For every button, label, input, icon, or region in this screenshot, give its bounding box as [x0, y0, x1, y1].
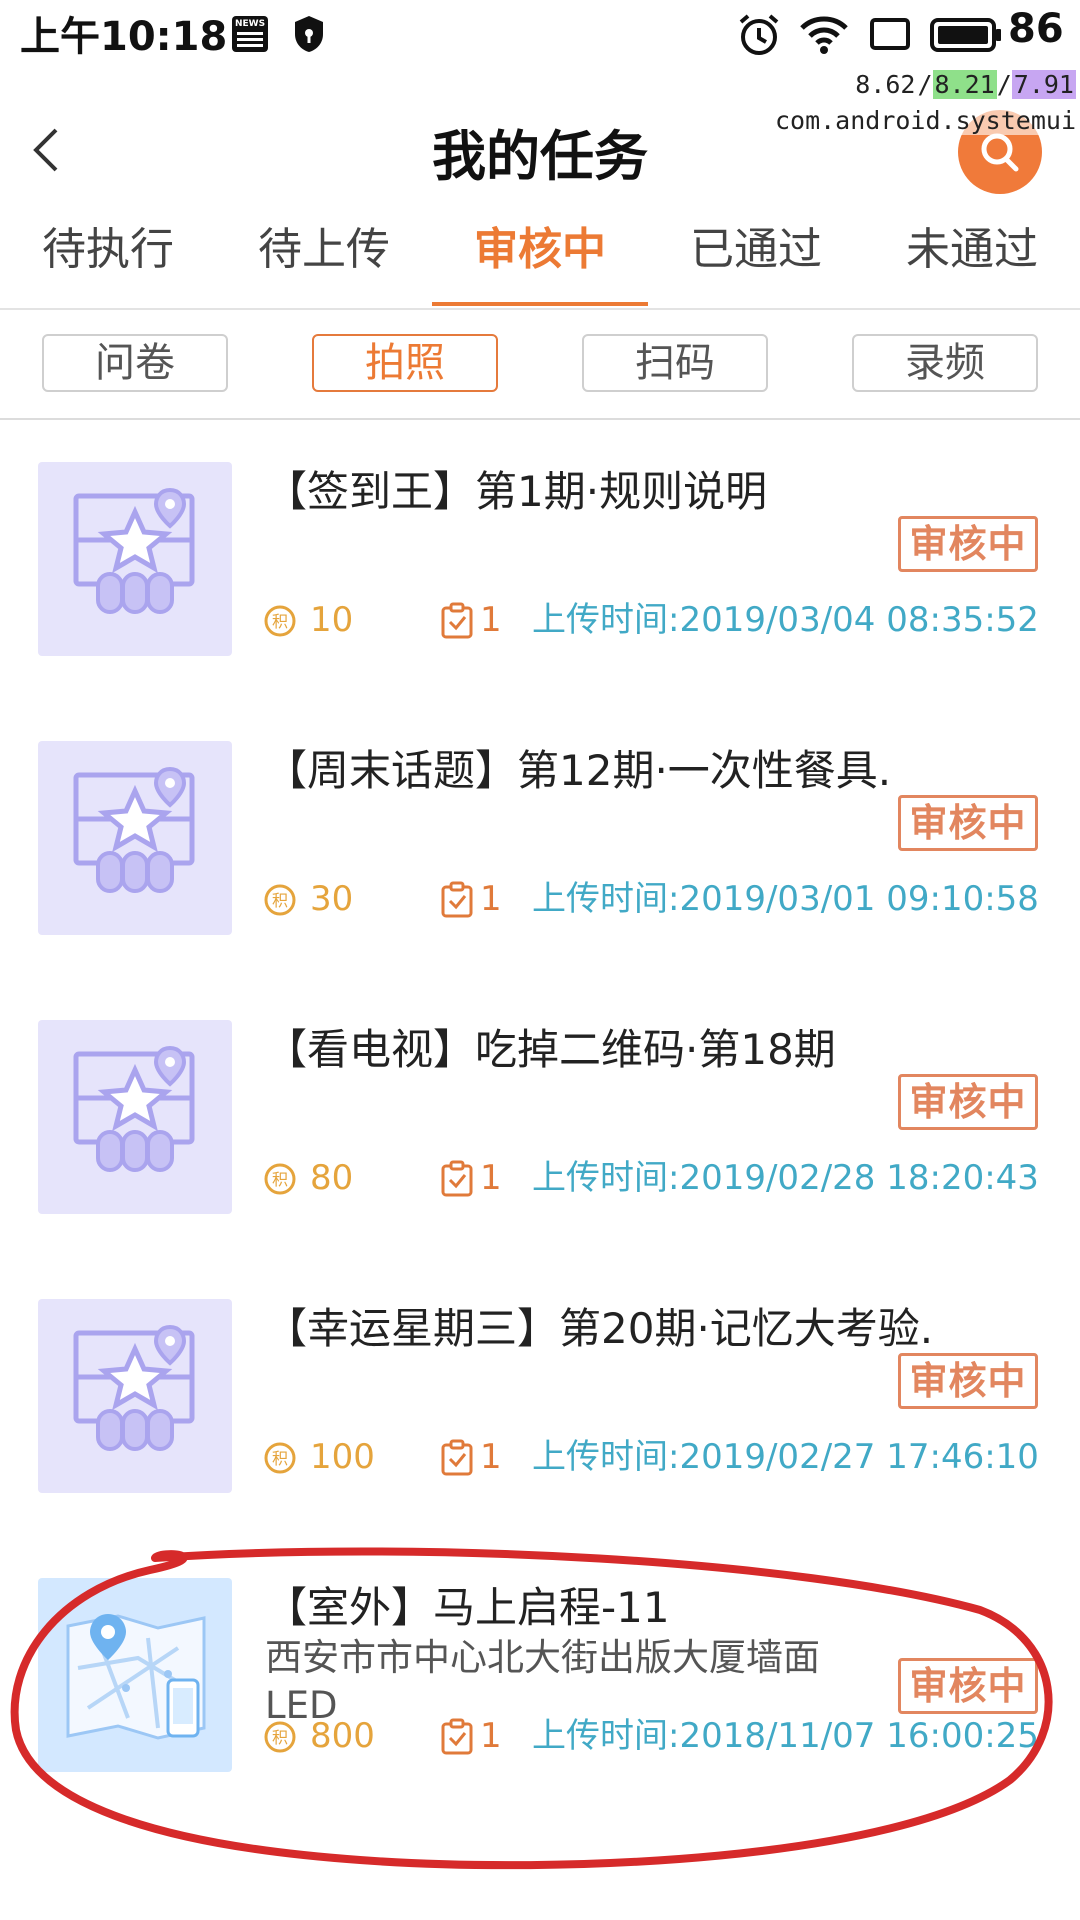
tab-to-upload[interactable]: 待上传	[216, 210, 432, 306]
upload-time: 上传时间:2019/02/27 17:46:10	[532, 1437, 1039, 1477]
reward-map-icon	[73, 766, 195, 893]
tab-passed[interactable]: 已通过	[648, 210, 864, 306]
alarm-icon	[739, 14, 779, 55]
task-item[interactable]: 【周末话题】第12期·一次性餐具. 审核中 积 30 1 上传时间:2019/0…	[0, 697, 1080, 976]
task-title: 【看电视】吃掉二维码·第18期	[265, 1025, 836, 1074]
news-icon-label: NEWS	[235, 19, 266, 29]
task-points: 30	[310, 879, 354, 919]
status-time: 上午10:18	[20, 14, 228, 60]
tab-rejected[interactable]: 未通过	[864, 210, 1080, 306]
shield-icon	[295, 16, 323, 52]
filter-questionnaire[interactable]: 问卷	[42, 334, 228, 392]
battery-level: 86	[1008, 6, 1064, 52]
reward-map-icon	[73, 1324, 195, 1451]
points-icon: 积	[264, 605, 296, 637]
wifi-icon	[800, 16, 848, 54]
task-type-filters: 问卷 拍照 扫码 录频	[0, 310, 1080, 420]
reward-map-icon	[73, 487, 195, 614]
upload-time: 上传时间:2019/03/04 08:35:52	[532, 600, 1039, 640]
task-count-icon	[441, 602, 473, 639]
debug-stat: 7.91	[1011, 70, 1076, 99]
task-thumbnail	[38, 462, 232, 656]
status-bar: 上午10:18 NEWS 86	[0, 0, 1080, 70]
points-icon: 积	[264, 1163, 296, 1195]
battery-icon	[930, 18, 1001, 52]
tab-reviewing[interactable]: 审核中	[432, 210, 648, 306]
task-count-icon	[441, 881, 473, 918]
svg-text:积: 积	[272, 1170, 288, 1189]
annotation-circle	[10, 1547, 1053, 1870]
status-tabs: 待执行 待上传 审核中 已通过 未通过	[0, 210, 1080, 310]
filter-recording[interactable]: 录频	[852, 334, 1038, 392]
task-title: 【周末话题】第12期·一次性餐具.	[265, 746, 892, 795]
svg-text:积: 积	[272, 1449, 288, 1468]
points-icon: 积	[264, 1442, 296, 1474]
task-points: 10	[310, 600, 354, 640]
debug-stat: 8.62	[853, 70, 918, 99]
debug-stat: 8.21	[932, 70, 997, 99]
points-icon: 积	[264, 884, 296, 916]
task-count: 1	[480, 1437, 502, 1477]
task-item[interactable]: 【幸运星期三】第20期·记忆大考验. 审核中 积 100 1 上传时间:2019…	[0, 1255, 1080, 1534]
filter-scan[interactable]: 扫码	[582, 334, 768, 392]
status-stamp: 审核中	[898, 516, 1038, 572]
svg-text:积: 积	[272, 891, 288, 910]
task-thumbnail	[38, 741, 232, 935]
task-count: 1	[480, 879, 502, 919]
filter-photo[interactable]: 拍照	[312, 334, 498, 392]
search-icon	[981, 133, 1019, 172]
status-stamp: 审核中	[898, 1353, 1038, 1409]
status-stamp: 审核中	[898, 1074, 1038, 1130]
screen-icon	[870, 18, 910, 50]
status-stamp: 审核中	[898, 795, 1038, 851]
task-count: 1	[480, 1158, 502, 1198]
task-count: 1	[480, 600, 502, 640]
task-thumbnail	[38, 1020, 232, 1214]
debug-load-stats: 8.62/8.21/7.91	[853, 70, 1076, 99]
upload-time: 上传时间:2019/03/01 09:10:58	[532, 879, 1039, 919]
upload-time: 上传时间:2019/02/28 18:20:43	[532, 1158, 1039, 1198]
task-item[interactable]: 【签到王】第1期·规则说明 审核中 积 10 1 上传时间:2019/03/04…	[0, 418, 1080, 697]
task-points: 100	[310, 1437, 375, 1477]
task-item[interactable]: 【看电视】吃掉二维码·第18期 审核中 积 80 1 上传时间:2019/02/…	[0, 976, 1080, 1255]
task-thumbnail	[38, 1299, 232, 1493]
tab-pending[interactable]: 待执行	[0, 210, 216, 306]
news-icon: NEWS	[232, 16, 268, 52]
task-count-icon	[441, 1160, 473, 1197]
task-count-icon	[441, 1439, 473, 1476]
task-points: 80	[310, 1158, 354, 1198]
task-title: 【幸运星期三】第20期·记忆大考验.	[265, 1304, 934, 1353]
reward-map-icon	[73, 1045, 195, 1172]
svg-text:积: 积	[272, 612, 288, 631]
debug-package-label: com.android.systemui	[774, 106, 1076, 135]
task-title: 【签到王】第1期·规则说明	[265, 467, 768, 516]
